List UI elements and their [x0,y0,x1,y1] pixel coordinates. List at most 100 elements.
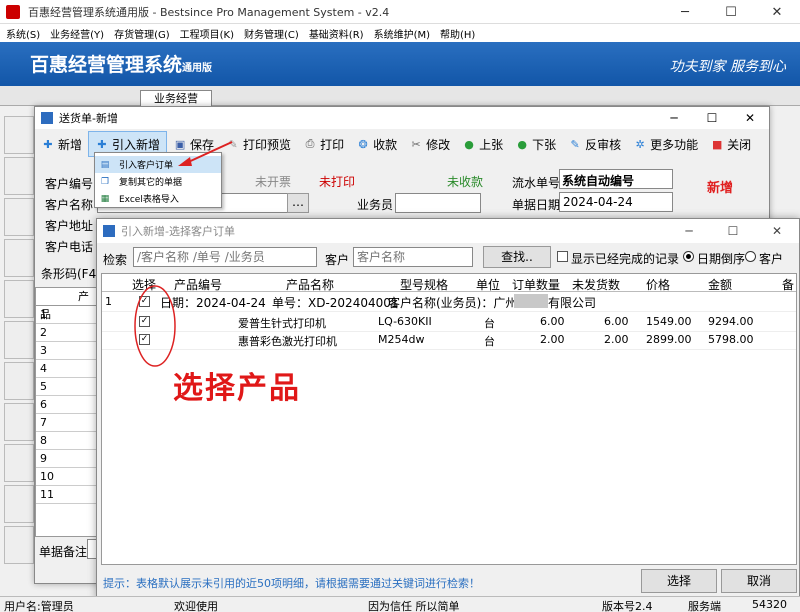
product-unit: 台 [484,317,495,330]
menu-basic[interactable]: 基础资料(R) [309,26,364,41]
menu-business[interactable]: 业务经营(Y) [50,26,104,41]
order-icon: ▤ [100,159,110,170]
side-button[interactable] [4,526,34,564]
table-row[interactable]: ✓ 惠普彩色激光打印机 M254dw 台 2.00 2.00 2899.00 5… [102,330,796,350]
date-desc-radio[interactable] [683,251,694,262]
receipt-icon: ❂ [358,137,368,151]
maximize-icon[interactable]: ☐ [708,0,754,24]
minimize-icon[interactable]: ─ [662,0,708,24]
close-button[interactable]: ■ 关闭 [704,131,757,157]
close-icon[interactable]: ✕ [731,107,769,129]
banner-title: 百惠经营管理系统通用版 [30,54,213,76]
menu-project[interactable]: 工程项目(K) [180,26,234,41]
minimize-icon[interactable]: ─ [655,107,693,129]
new-button[interactable]: ✚ 新增 [35,131,88,157]
next-button[interactable]: ● 下张 [509,131,562,157]
col-model: 型号规格 [400,278,449,292]
printer-icon: ⎙ [305,137,315,150]
detail-grid: 产品 1 2 3 4 5 6 7 8 9 10 11 [35,287,99,537]
status-port: 54320 [752,598,787,611]
receipt-status: 未收款 [447,175,484,189]
maximize-icon[interactable]: ☐ [711,219,755,243]
order-grid-header: 选择 产品编号 产品名称 型号规格 单位 订单数量 未发货数 价格 金额 备 [102,274,796,292]
group-order-no: 单号：XD-202404001 [272,296,399,310]
delivery-dialog-titlebar: 送货单-新增 ─ ☐ ✕ [35,107,769,129]
menu-bar: 系统(S) 业务经营(Y) 存货管理(G) 工程项目(K) 财务管理(C) 基础… [0,24,800,42]
copy-document-item[interactable]: ❐ 复制其它的单据 [95,173,221,190]
side-button[interactable] [4,116,34,154]
find-button[interactable]: 查找.. [483,246,551,268]
blurred-region [514,294,548,308]
menu-finance[interactable]: 财务管理(C) [244,26,299,41]
maximize-icon[interactable]: ☐ [693,107,731,129]
grid-header: 产品 [36,288,98,321]
search-input[interactable] [133,247,317,267]
receipt-button[interactable]: ❂ 收款 [350,131,403,157]
unaudit-button[interactable]: ✎ 反审核 [562,131,627,157]
customer-radio[interactable] [745,251,756,262]
col-product-no: 产品编号 [174,278,223,292]
table-row[interactable]: ✓ 爱普生针式打印机 LQ-630KII 台 6.00 6.00 1549.00… [102,312,796,332]
menu-system[interactable]: 系统(S) [6,26,40,41]
grid-row-number: 8 [36,432,98,450]
side-button[interactable] [4,157,34,195]
side-button[interactable] [4,239,34,277]
side-button[interactable] [4,403,34,441]
menu-inventory[interactable]: 存货管理(G) [114,26,170,41]
status-service: 服务端 [688,600,721,612]
side-button[interactable] [4,362,34,400]
group-index: 1 [105,295,112,308]
excel-import-item[interactable]: ▦ Excel表格导入 [95,190,221,207]
customer-name-label: 客户名称 [45,198,94,212]
excel-icon: ▦ [100,193,110,204]
product-unit: 台 [484,335,495,348]
grid-row-number: 11 [36,486,98,504]
close-icon[interactable]: ✕ [755,219,799,243]
print-button[interactable]: ⎙ 打印 [297,131,350,157]
modify-button[interactable]: ✂ 修改 [403,131,456,157]
side-button[interactable] [4,198,34,236]
menu-help[interactable]: 帮助(H) [440,26,475,41]
arrow-up-icon: ● [464,137,474,151]
grid-row-number: 2 [36,324,98,342]
banner-slogan: 功夫到家 服务到心 [669,59,786,75]
grid-row-number: 10 [36,468,98,486]
edit-icon: ✎ [570,137,580,151]
product-name: 爱普生针式打印机 [238,317,326,330]
cancel-button[interactable]: 取消 [721,569,797,593]
side-button[interactable] [4,321,34,359]
close-icon[interactable]: ✕ [754,0,800,24]
annotation-arrow [178,141,233,166]
group-customer-tail: 有限公司 [548,296,597,310]
order-qty: 2.00 [540,333,565,346]
grid-row-number: 5 [36,378,98,396]
grid-row-number: 6 [36,396,98,414]
side-button[interactable] [4,485,34,523]
order-group-row[interactable]: 1 ✓ 日期：2024-04-24 单号：XD-202404001 客户名称(业… [102,292,796,312]
group-customer: 客户名称(业务员)：广州 [388,296,518,310]
side-button[interactable] [4,444,34,482]
tab-business[interactable]: 业务经营 [140,90,212,107]
customer-no-label: 客户编号 [45,177,94,191]
menu-maintenance[interactable]: 系统维护(M) [374,26,430,41]
customer-lookup-button[interactable]: … [287,193,309,213]
grid-row-number: 1 [36,306,98,324]
app-logo-icon [6,4,20,19]
show-done-checkbox[interactable] [557,251,568,262]
customer-input[interactable] [353,247,473,267]
status-welcome: 欢迎使用 [174,600,218,612]
prev-button[interactable]: ● 上张 [456,131,509,157]
unshipped-qty: 2.00 [604,333,629,346]
minimize-icon[interactable]: ─ [667,219,711,243]
select-button[interactable]: 选择 [641,569,717,593]
salesman-select[interactable] [395,193,481,213]
serial-field[interactable]: 系统自动编号 [559,169,673,189]
side-button[interactable] [4,280,34,318]
grid-row-number: 9 [36,450,98,468]
serial-label: 流水单号 [512,176,561,190]
date-field[interactable]: 2024-04-24 [559,192,673,212]
app-title: 百惠经营管理系统通用版 - Bestsince Pro Management S… [28,5,390,19]
annotation-label: 选择产品 [173,371,301,406]
more-button[interactable]: ✲ 更多功能 [627,131,704,157]
annotation-ellipse [134,285,176,367]
